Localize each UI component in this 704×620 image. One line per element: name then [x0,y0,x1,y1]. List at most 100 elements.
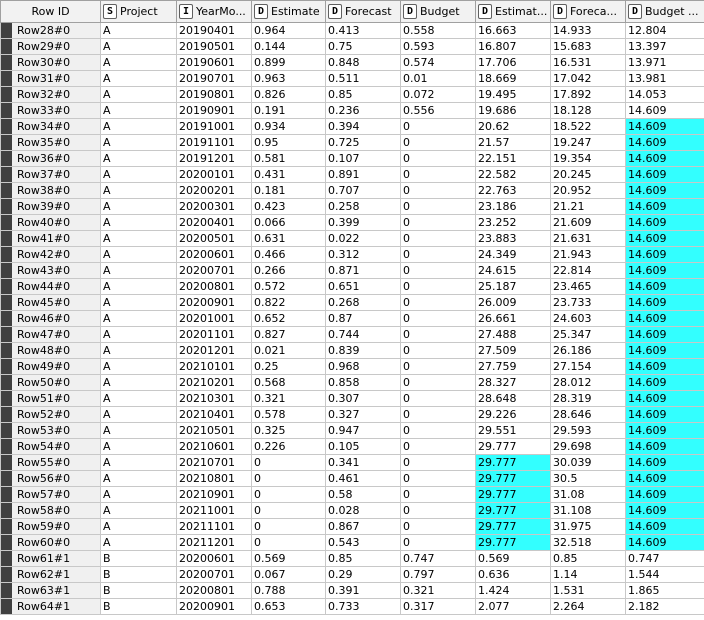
table-cell[interactable]: 0.725 [325,134,401,151]
table-row[interactable]: Row63#1 B 20200801 0.788 0.391 0.321 1.424 1.53… [0,582,704,599]
table-cell[interactable]: 20211001 [176,502,252,519]
table-cell[interactable]: 26.186 [550,342,626,359]
table-cell[interactable]: A [100,198,177,215]
table-cell[interactable]: 14.609 [625,278,704,295]
table-cell[interactable]: A [100,230,177,247]
table-cell[interactable]: 0.423 [251,198,326,215]
table-cell[interactable]: 14.609 [625,422,704,439]
table-cell[interactable]: 0.067 [251,566,326,583]
table-cell[interactable]: 16.807 [475,38,551,55]
table-cell[interactable]: 20201001 [176,310,252,327]
row-header[interactable]: Row64#1 [0,598,101,615]
table-cell[interactable]: 0.312 [325,246,401,263]
row-header[interactable]: Row49#0 [0,358,101,375]
table-cell[interactable]: 14.609 [625,390,704,407]
table-cell[interactable]: 24.349 [475,246,551,263]
table-row[interactable]: Row62#1 B 20200701 0.067 0.29 0.797 0.636 1.14 1… [0,566,704,583]
table-cell[interactable]: 0.839 [325,342,401,359]
table-row[interactable]: Row33#0 A 20190901 0.191 0.236 0.556 19.686 18.… [0,102,704,119]
table-cell[interactable]: 15.683 [550,38,626,55]
table-cell[interactable]: 0.75 [325,38,401,55]
table-cell[interactable]: 20200101 [176,166,252,183]
table-row[interactable]: Row61#1 B 20200601 0.569 0.85 0.747 0.569 0.85 0… [0,550,704,567]
table-row[interactable]: Row30#0 A 20190601 0.899 0.848 0.574 17.706 16.… [0,54,704,71]
table-cell[interactable]: 0 [400,118,476,135]
row-header[interactable]: Row53#0 [0,422,101,439]
table-cell[interactable]: 0.891 [325,166,401,183]
table-cell[interactable]: 0.578 [251,406,326,423]
table-cell[interactable]: 14.609 [625,486,704,503]
table-cell[interactable]: 30.5 [550,470,626,487]
table-cell[interactable]: 14.053 [625,86,704,103]
table-cell[interactable]: 0.413 [325,22,401,39]
table-cell[interactable]: 1.14 [550,566,626,583]
table-cell[interactable]: 28.012 [550,374,626,391]
table-row[interactable]: Row56#0 A 20210801 0 0.461 0 29.777 30.5 14.609 [0,470,704,487]
table-cell[interactable]: 0.461 [325,470,401,487]
table-cell[interactable]: 0.431 [251,166,326,183]
table-cell[interactable]: 23.186 [475,198,551,215]
table-cell[interactable]: A [100,406,177,423]
table-cell[interactable]: 0.581 [251,150,326,167]
table-cell[interactable]: 14.609 [625,358,704,375]
table-cell[interactable]: 0.631 [251,230,326,247]
table-row[interactable]: Row31#0 A 20190701 0.963 0.511 0.01 18.669 17.0… [0,70,704,87]
table-cell[interactable]: 20190901 [176,102,252,119]
table-cell[interactable]: 20191201 [176,150,252,167]
row-header[interactable]: Row59#0 [0,518,101,535]
table-cell[interactable]: 29.593 [550,422,626,439]
table-cell[interactable]: 0 [251,470,326,487]
table-cell[interactable]: 20200501 [176,230,252,247]
table-cell[interactable]: 20190601 [176,54,252,71]
row-header[interactable]: Row28#0 [0,22,101,39]
table-cell[interactable]: 20.245 [550,166,626,183]
column-header[interactable]: D Budget ... [625,0,704,23]
table-cell[interactable]: 0.572 [251,278,326,295]
table-cell[interactable]: 20211101 [176,518,252,535]
table-cell[interactable]: A [100,38,177,55]
table-row[interactable]: Row50#0 A 20210201 0.568 0.858 0 28.327 28.012 1… [0,374,704,391]
table-row[interactable]: Row40#0 A 20200401 0.066 0.399 0 23.252 21.609 1… [0,214,704,231]
table-cell[interactable]: 29.777 [475,502,551,519]
column-header-row-id[interactable]: Row ID [0,0,101,23]
table-cell[interactable]: 28.319 [550,390,626,407]
table-cell[interactable]: 20190701 [176,70,252,87]
table-cell[interactable]: A [100,134,177,151]
table-cell[interactable]: 0 [400,422,476,439]
table-cell[interactable]: 19.686 [475,102,551,119]
table-cell[interactable]: 0.569 [251,550,326,567]
table-cell[interactable]: 0 [400,278,476,295]
table-cell[interactable]: 0.58 [325,486,401,503]
table-row[interactable]: Row57#0 A 20210901 0 0.58 0 29.777 31.08 14.609 [0,486,704,503]
table-cell[interactable]: 0.01 [400,70,476,87]
column-header[interactable]: D Budget [400,0,476,23]
table-cell[interactable]: A [100,294,177,311]
table-cell[interactable]: 20210701 [176,454,252,471]
row-header[interactable]: Row48#0 [0,342,101,359]
row-header[interactable]: Row42#0 [0,246,101,263]
table-cell[interactable]: 30.039 [550,454,626,471]
table-cell[interactable]: 0.556 [400,102,476,119]
table-cell[interactable]: 0.321 [400,582,476,599]
table-cell[interactable]: 29.777 [475,518,551,535]
row-header[interactable]: Row47#0 [0,326,101,343]
table-cell[interactable]: 0.568 [251,374,326,391]
table-cell[interactable]: 0.574 [400,54,476,71]
table-cell[interactable]: 0.226 [251,438,326,455]
table-cell[interactable]: 19.247 [550,134,626,151]
table-row[interactable]: Row51#0 A 20210301 0.321 0.307 0 28.648 28.319 1… [0,390,704,407]
table-cell[interactable]: 20200601 [176,550,252,567]
row-header[interactable]: Row29#0 [0,38,101,55]
table-cell[interactable]: 22.763 [475,182,551,199]
table-cell[interactable]: A [100,438,177,455]
table-cell[interactable]: 0.543 [325,534,401,551]
table-cell[interactable]: A [100,22,177,39]
table-cell[interactable]: A [100,326,177,343]
table-cell[interactable]: 26.661 [475,310,551,327]
table-cell[interactable]: 14.609 [625,534,704,551]
table-cell[interactable]: 22.814 [550,262,626,279]
table-cell[interactable]: A [100,246,177,263]
table-cell[interactable]: 0 [400,470,476,487]
column-header[interactable]: S Project [100,0,177,23]
row-header[interactable]: Row30#0 [0,54,101,71]
